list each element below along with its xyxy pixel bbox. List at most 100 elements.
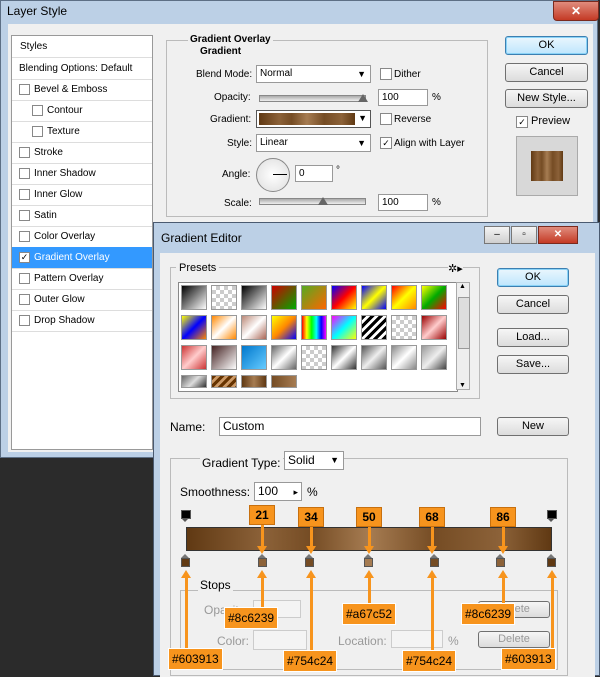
preset-swatch[interactable] [241, 345, 267, 370]
sidebar-item[interactable]: Texture [12, 121, 152, 143]
sidebar-item[interactable]: Bevel & Emboss [12, 79, 152, 101]
preset-swatch[interactable] [211, 375, 237, 388]
preset-swatch[interactable] [301, 315, 327, 340]
sidebar-item[interactable]: Pattern Overlay [12, 268, 152, 290]
smoothness-input[interactable]: 100 ▸ [254, 482, 302, 501]
scrollbar-thumb[interactable] [458, 297, 470, 349]
reverse-checkbox[interactable] [380, 113, 392, 125]
sidebar-checkbox[interactable] [19, 273, 30, 284]
preset-swatch[interactable] [211, 345, 237, 370]
stop-color-delete-button[interactable]: Delete [478, 631, 550, 648]
preset-swatch[interactable] [181, 375, 207, 388]
gradient-type-select[interactable]: Solid ▼ [284, 451, 344, 470]
sidebar-item[interactable]: Drop Shadow [12, 310, 152, 332]
sidebar-checkbox[interactable] [19, 294, 30, 305]
chevron-right-icon[interactable]: ▸ [293, 484, 298, 500]
opacity-slider[interactable] [259, 95, 366, 102]
sidebar-checkbox[interactable] [19, 210, 30, 221]
preset-swatch[interactable] [391, 315, 417, 340]
preset-swatch[interactable] [271, 315, 297, 340]
preset-swatch[interactable] [421, 345, 447, 370]
name-input[interactable]: Custom [219, 417, 481, 436]
preset-swatch[interactable] [241, 315, 267, 340]
styles-header[interactable]: Styles [12, 36, 152, 58]
editor-cancel-button[interactable]: Cancel [497, 295, 569, 314]
editor-ok-button[interactable]: OK [497, 268, 569, 287]
color-stop[interactable] [257, 554, 267, 567]
color-stop[interactable] [364, 554, 373, 567]
preset-swatch[interactable] [271, 285, 297, 310]
preset-swatch[interactable] [241, 285, 267, 310]
sidebar-checkbox[interactable] [19, 84, 30, 95]
preset-swatch[interactable] [301, 285, 327, 310]
preset-swatch[interactable] [331, 345, 357, 370]
stop-color-swatch[interactable] [253, 630, 307, 650]
color-stop[interactable] [305, 554, 315, 567]
sidebar-checkbox[interactable] [19, 231, 30, 242]
color-stop[interactable] [547, 554, 556, 567]
preset-swatch[interactable] [391, 345, 417, 370]
opacity-slider-thumb[interactable] [358, 94, 368, 102]
opacity-input[interactable]: 100 [378, 89, 428, 106]
preset-swatch[interactable] [181, 285, 207, 310]
new-style-button[interactable]: New Style... [505, 89, 588, 108]
gradient-picker[interactable]: ▼ [256, 110, 371, 128]
scale-input[interactable]: 100 [378, 194, 428, 211]
sidebar-checkbox[interactable] [19, 147, 30, 158]
sidebar-checkbox[interactable]: ✓ [19, 252, 30, 263]
gradient-editor-close-button[interactable]: ✕ [538, 226, 578, 244]
sidebar-item[interactable]: Contour [12, 100, 152, 122]
preset-swatch[interactable] [421, 285, 447, 310]
preset-swatch[interactable] [271, 375, 297, 388]
scale-slider-thumb[interactable] [318, 197, 328, 205]
preview-checkbox[interactable]: ✓ [516, 116, 528, 128]
preset-swatch[interactable] [211, 285, 237, 310]
sidebar-item[interactable]: Stroke [12, 142, 152, 164]
sidebar-item[interactable]: Color Overlay [12, 226, 152, 248]
align-with-layer-checkbox[interactable]: ✓ [380, 137, 392, 149]
minimize-button[interactable]: – [484, 226, 510, 244]
preset-swatch[interactable] [361, 345, 387, 370]
sidebar-item[interactable]: Blending Options: Default [12, 58, 152, 80]
sidebar-item[interactable]: Outer Glow [12, 289, 152, 311]
cancel-button[interactable]: Cancel [505, 63, 588, 82]
new-gradient-button[interactable]: New [497, 417, 569, 436]
preset-swatch[interactable] [331, 285, 357, 310]
style-select[interactable]: Linear ▼ [256, 134, 371, 152]
maximize-button[interactable]: ▫ [511, 226, 537, 244]
preset-swatch[interactable] [331, 315, 357, 340]
preset-swatch[interactable] [271, 345, 297, 370]
sidebar-checkbox[interactable] [19, 168, 30, 179]
preset-swatch[interactable] [421, 315, 447, 340]
sidebar-checkbox[interactable] [32, 126, 43, 137]
color-stop[interactable] [495, 554, 505, 567]
sidebar-item[interactable]: Inner Shadow [12, 163, 152, 185]
sidebar-item[interactable]: ✓ Gradient Overlay [12, 247, 152, 269]
sidebar-checkbox[interactable] [19, 315, 30, 326]
scroll-down-icon[interactable]: ▼ [459, 382, 466, 389]
presets-scrollbar[interactable]: ▲ ▼ [456, 282, 470, 390]
blend-mode-select[interactable]: Normal ▼ [256, 65, 371, 83]
sidebar-item[interactable]: Satin [12, 205, 152, 227]
preset-swatch[interactable] [181, 315, 207, 340]
ok-button[interactable]: OK [505, 36, 588, 55]
scroll-up-icon[interactable]: ▲ [459, 283, 466, 290]
presets-gear-icon[interactable]: ✲▸ [448, 262, 463, 275]
preset-swatch[interactable] [361, 315, 387, 340]
preset-swatch[interactable] [181, 345, 207, 370]
load-button[interactable]: Load... [497, 328, 569, 347]
sidebar-item[interactable]: Inner Glow [12, 184, 152, 206]
scale-slider[interactable] [259, 198, 366, 205]
preset-swatch[interactable] [361, 285, 387, 310]
opacity-stop-left[interactable] [181, 510, 191, 522]
close-button[interactable]: ✕ [553, 1, 599, 21]
opacity-stop-right[interactable] [547, 510, 557, 522]
save-button[interactable]: Save... [497, 355, 569, 374]
preset-swatch[interactable] [391, 285, 417, 310]
color-stop[interactable] [181, 554, 190, 567]
sidebar-checkbox[interactable] [32, 105, 43, 116]
preset-swatch[interactable] [211, 315, 237, 340]
color-stop[interactable] [429, 554, 439, 567]
preset-swatch[interactable] [241, 375, 267, 388]
sidebar-checkbox[interactable] [19, 189, 30, 200]
